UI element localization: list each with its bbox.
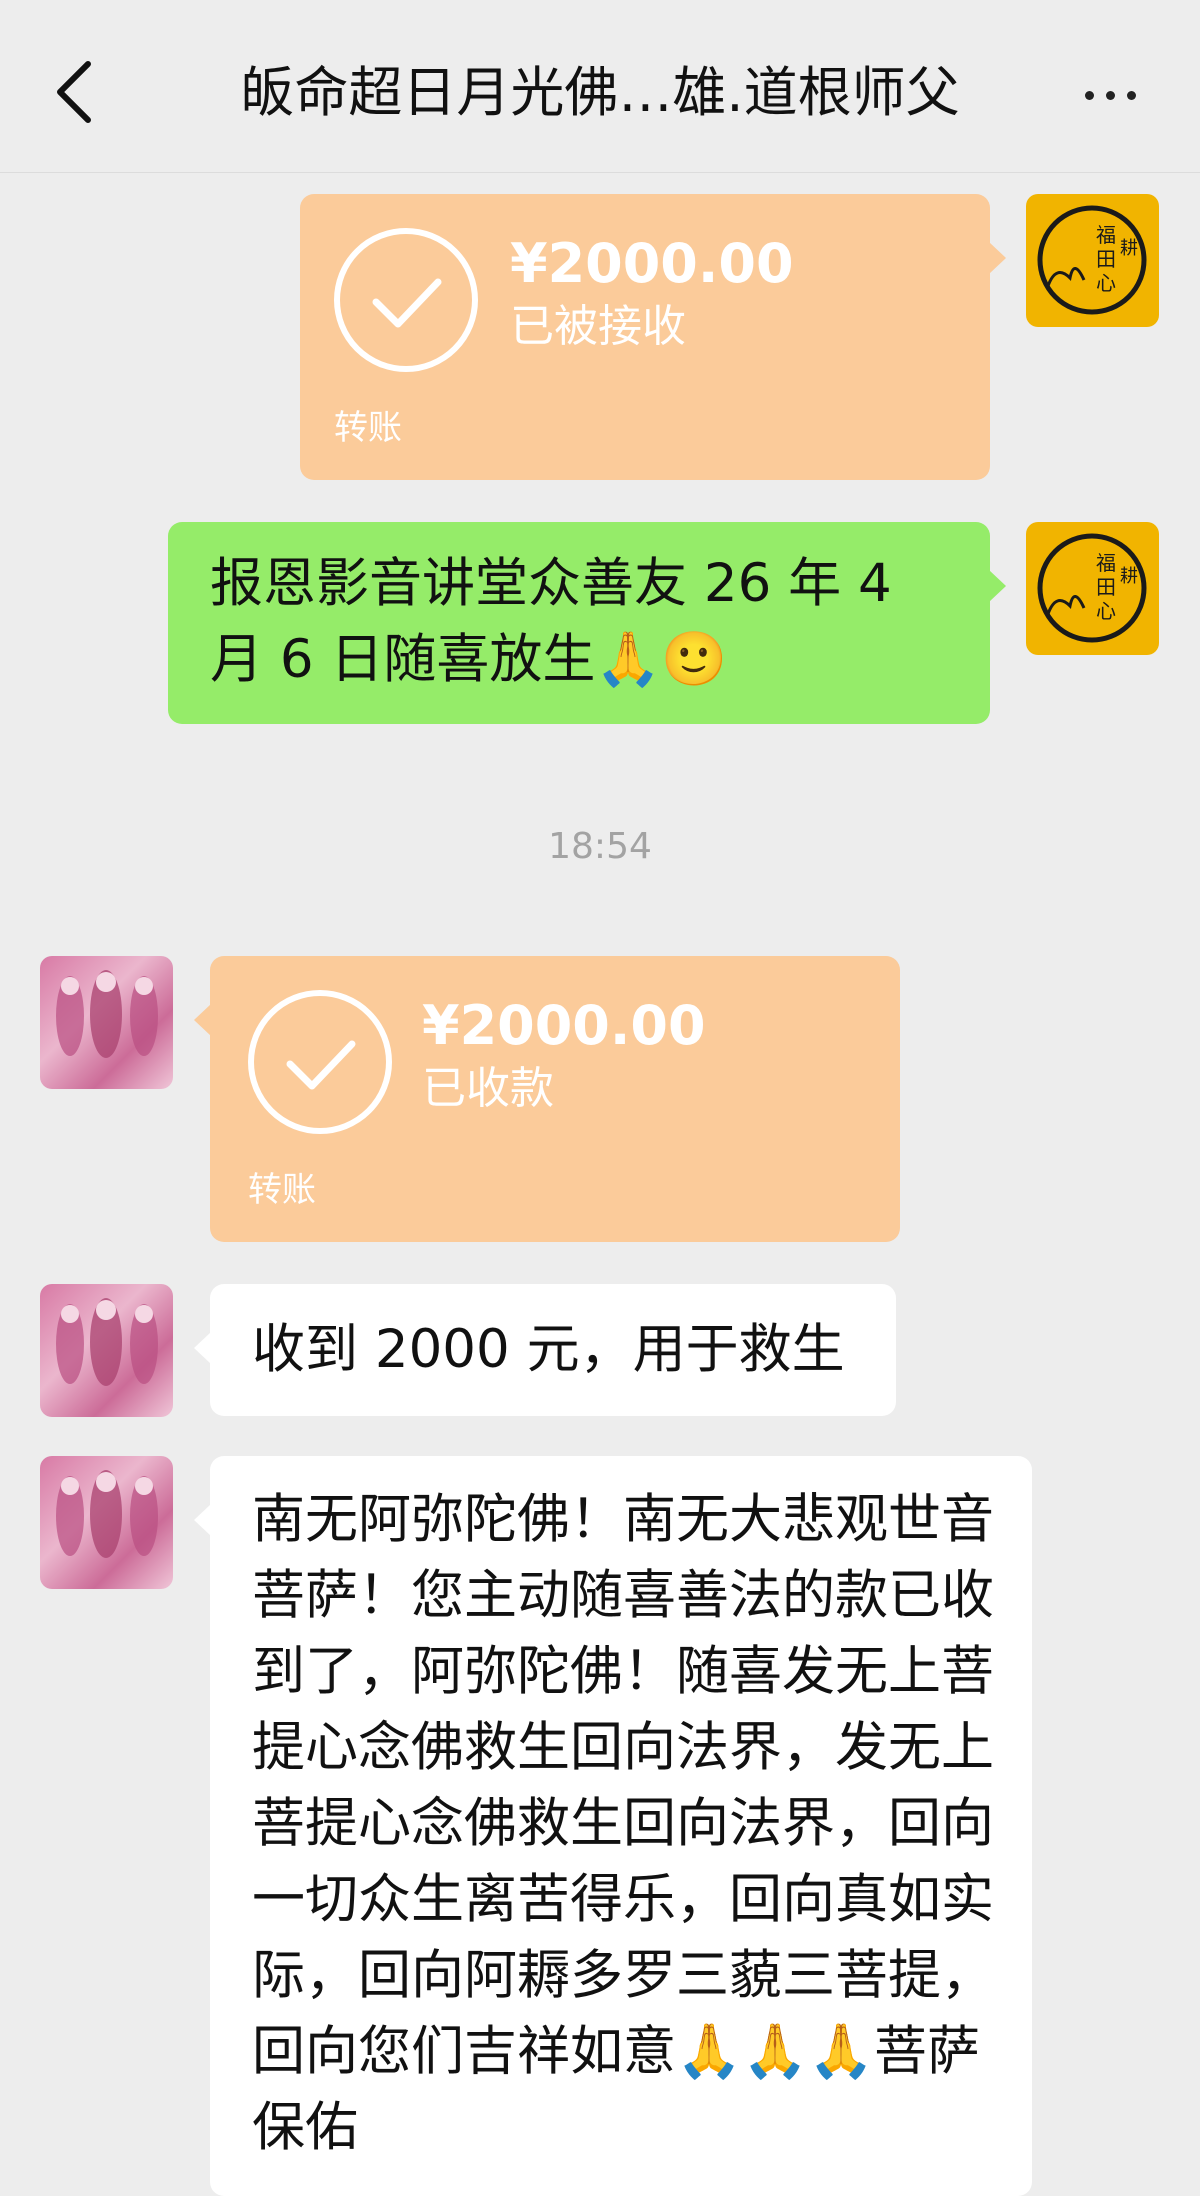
svg-text:福: 福 xyxy=(1096,223,1116,247)
transfer-amount: ¥2000.00 xyxy=(422,994,706,1057)
svg-text:耕: 耕 xyxy=(1120,566,1138,587)
message-text: 收到 2000 元，用于救生 xyxy=(252,1319,845,1380)
check-circle-icon xyxy=(334,228,478,372)
buddha-figures-icon xyxy=(56,970,158,1058)
transfer-label: 转账 xyxy=(334,408,402,448)
more-options-button[interactable] xyxy=(1060,60,1160,130)
avatar-contact[interactable] xyxy=(40,1284,173,1417)
check-circle-icon xyxy=(248,990,392,1134)
svg-text:耕: 耕 xyxy=(1120,238,1138,259)
avatar-self[interactable]: 福 田 心 耕 xyxy=(1026,194,1159,327)
avatar-contact[interactable] xyxy=(40,956,173,1089)
chevron-left-icon xyxy=(57,61,91,123)
back-button[interactable] xyxy=(44,52,104,132)
svg-text:心: 心 xyxy=(1096,599,1116,623)
more-dot xyxy=(1105,90,1115,100)
chat-header: 皈命超日月光佛…雄.道根师父 xyxy=(0,0,1200,173)
chat-title: 皈命超日月光佛…雄.道根师父 xyxy=(240,61,960,124)
lotus-logo-icon: 福 田 心 耕 xyxy=(1037,533,1147,643)
transfer-status: 已收款 xyxy=(422,1063,554,1114)
avatar-contact[interactable] xyxy=(40,1456,173,1589)
transfer-label: 转账 xyxy=(248,1170,316,1210)
message-bubble-received[interactable]: 南无阿弥陀佛！南无大悲观世音菩萨！您主动随喜善法的款已收到了，阿弥陀佛！随喜发无… xyxy=(194,1456,1032,2196)
transfer-card-sent[interactable]: ¥2000.00 已被接收 转账 xyxy=(300,194,1006,480)
more-dot xyxy=(1126,90,1136,100)
more-dots-icon xyxy=(1084,90,1094,100)
transfer-status: 已被接收 xyxy=(510,301,686,352)
lotus-logo-icon: 福 田 心 耕 xyxy=(1037,205,1147,315)
message-bubble-received[interactable]: 收到 2000 元，用于救生 xyxy=(194,1284,896,1416)
svg-text:心: 心 xyxy=(1096,271,1116,295)
transfer-card-received[interactable]: ¥2000.00 已收款 转账 xyxy=(194,956,900,1242)
avatar-self[interactable]: 福 田 心 耕 xyxy=(1026,522,1159,655)
svg-text:田: 田 xyxy=(1096,575,1116,599)
message-text: 报恩影音讲堂众善友 26 年 4 月 6 日随喜放生🙏🙂 xyxy=(210,553,909,690)
message-bubble-sent[interactable]: 报恩影音讲堂众善友 26 年 4 月 6 日随喜放生🙏🙂 xyxy=(168,522,1006,724)
message-text: 南无阿弥陀佛！南无大悲观世音菩萨！您主动随喜善法的款已收到了，阿弥陀佛！随喜发无… xyxy=(252,1489,994,2158)
svg-text:福: 福 xyxy=(1096,551,1116,575)
buddha-figures-icon xyxy=(56,1298,158,1386)
timestamp: 18:54 xyxy=(548,826,652,867)
svg-text:田: 田 xyxy=(1096,247,1116,271)
buddha-figures-icon xyxy=(56,1470,158,1558)
transfer-amount: ¥2000.00 xyxy=(510,232,794,295)
